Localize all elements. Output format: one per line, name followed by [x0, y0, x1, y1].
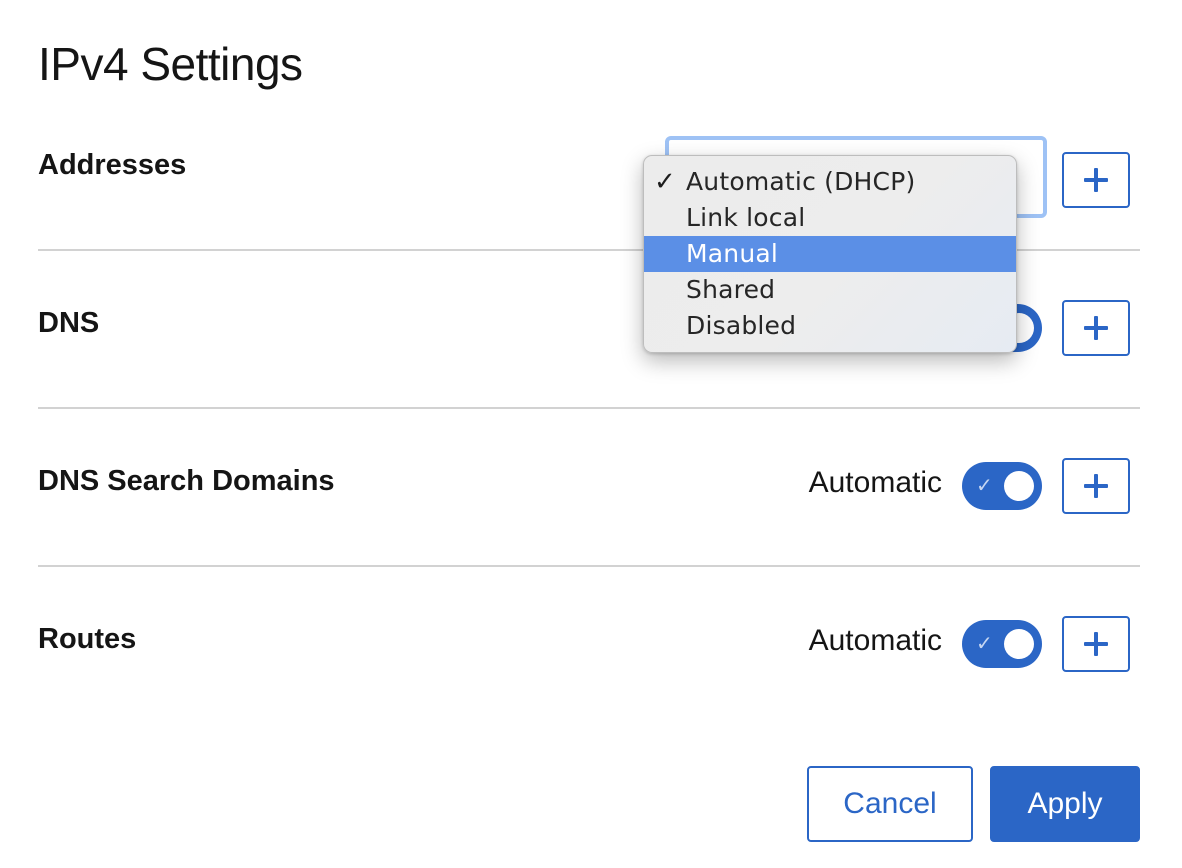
plus-icon [1084, 632, 1108, 656]
dropdown-option-shared[interactable]: Shared [644, 272, 1016, 308]
dropdown-option-automatic-dhcp[interactable]: ✓ Automatic (DHCP) [644, 164, 1016, 200]
apply-button[interactable]: Apply [990, 766, 1140, 842]
dropdown-option-link-local[interactable]: Link local [644, 200, 1016, 236]
method-dropdown-menu: ✓ Automatic (DHCP) Link local Manual Sha… [643, 155, 1017, 353]
routes-row: Routes Automatic ✓ [38, 567, 1140, 725]
check-icon: ✓ [976, 633, 993, 655]
routes-label: Routes [38, 623, 137, 655]
dropdown-option-disabled[interactable]: Disabled [644, 308, 1016, 344]
option-label: Link local [686, 203, 806, 232]
dropdown-option-manual[interactable]: Manual [644, 236, 1016, 272]
option-label: Shared [686, 275, 776, 304]
plus-icon [1084, 316, 1108, 340]
option-label: Automatic (DHCP) [686, 167, 916, 196]
checkmark-icon: ✓ [654, 167, 676, 197]
add-dns-button[interactable] [1062, 300, 1130, 356]
addresses-label: Addresses [38, 149, 187, 181]
plus-icon [1084, 168, 1108, 192]
add-dns-search-domain-button[interactable] [1062, 458, 1130, 514]
toggle-knob [1004, 629, 1034, 659]
dns-search-domains-label: DNS Search Domains [38, 465, 335, 497]
routes-automatic-label: Automatic [808, 624, 942, 657]
dialog-title: IPv4 Settings [38, 38, 303, 90]
plus-icon [1084, 474, 1108, 498]
dns-search-automatic-toggle[interactable]: ✓ [962, 462, 1042, 510]
add-route-button[interactable] [1062, 616, 1130, 672]
dns-label: DNS [38, 307, 100, 339]
ipv4-settings-dialog: IPv4 Settings Addresses DNS DNS Search D… [0, 0, 1182, 868]
toggle-knob [1004, 471, 1034, 501]
cancel-button[interactable]: Cancel [807, 766, 973, 842]
routes-automatic-toggle[interactable]: ✓ [962, 620, 1042, 668]
dns-search-domains-row: DNS Search Domains Automatic ✓ [38, 409, 1140, 567]
check-icon: ✓ [976, 475, 993, 497]
add-address-button[interactable] [1062, 152, 1130, 208]
dns-search-automatic-label: Automatic [808, 466, 942, 499]
option-label: Manual [686, 239, 779, 268]
option-label: Disabled [686, 311, 797, 340]
